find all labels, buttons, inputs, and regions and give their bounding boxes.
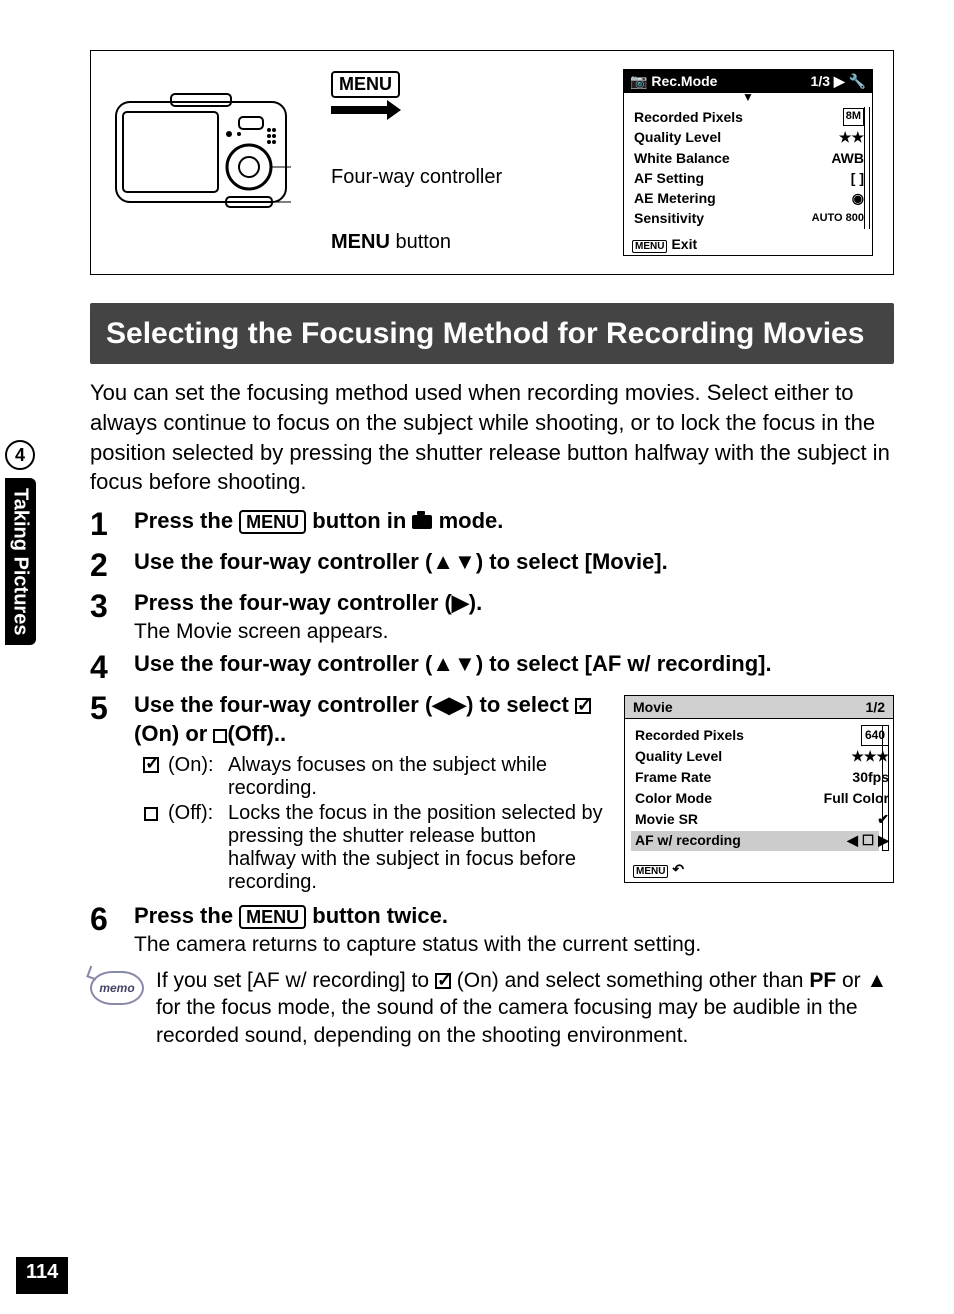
- lcd1-scrollbar: [864, 107, 870, 229]
- lcd1-footer: MENUExit: [624, 233, 872, 255]
- lcd1-row-value: [ ]: [851, 168, 864, 188]
- step-1-title: Press the MENU button in mode.: [134, 507, 894, 536]
- option-descriptions: (On): Always focuses on the subject whil…: [134, 754, 606, 894]
- step-number: 5: [90, 691, 134, 726]
- step-number: 3: [90, 589, 134, 624]
- lcd-movie-menu: Movie 1/2 Recorded Pixels 640 Quality Lev…: [624, 695, 894, 883]
- lcd1-row-label: Quality Level: [634, 127, 721, 147]
- checkbox-on-icon: [435, 973, 451, 989]
- step-3-sub: The Movie screen appears.: [134, 620, 894, 644]
- step-2-title: Use the four-way controller (▲▼) to sele…: [134, 548, 894, 577]
- lcd2-row-value: ★★★: [851, 746, 889, 767]
- lcd2-row-value: 640: [861, 725, 889, 746]
- lcd2-row-value: Full Color: [824, 788, 889, 809]
- mountain-icon: ▲: [867, 967, 888, 994]
- chapter-label: Taking Pictures: [5, 478, 36, 645]
- lcd2-page: 1/2: [866, 699, 885, 715]
- lcd1-row-label: White Balance: [634, 148, 730, 168]
- checkbox-off-icon: [144, 807, 158, 821]
- lcd2-row-value-selected: ◀ ☐ ▶: [847, 830, 889, 851]
- camera-and-lcd-figure: MENU Four-way controller MENU button 📷 R…: [90, 50, 894, 275]
- lcd1-row-value: ◉: [852, 188, 864, 208]
- arrow-right-icon: [331, 106, 391, 114]
- checkbox-on-icon: [143, 757, 159, 773]
- intro-paragraph: You can set the focusing method used whe…: [90, 378, 894, 497]
- lcd2-footer: MENU ↶: [625, 857, 893, 882]
- lcd1-row-label: Recorded Pixels: [634, 107, 743, 127]
- memo-icon: memo: [90, 971, 144, 1005]
- lcd2-row-label: Frame Rate: [635, 767, 711, 788]
- page-number: 114: [16, 1257, 68, 1294]
- lcd2-row-value: 30fps: [852, 767, 889, 788]
- section-heading: Selecting the Focusing Method for Record…: [90, 303, 894, 365]
- four-way-controller-label: Four-way controller: [331, 166, 502, 189]
- caret-down-icon: ▼: [624, 93, 872, 101]
- step-4-title: Use the four-way controller (▲▼) to sele…: [134, 650, 894, 679]
- chapter-tab: 4 Taking Pictures: [0, 440, 40, 645]
- lcd2-row-label-selected: AF w/ recording: [635, 830, 741, 851]
- lcd2-row-label: Movie SR: [635, 809, 698, 830]
- lcd2-title: Movie: [633, 699, 673, 715]
- menu-box-icon: MENU: [239, 905, 306, 929]
- checkbox-off-icon: [213, 729, 227, 743]
- memo-note: memo If you set [AF w/ recording] to (On…: [90, 967, 894, 1049]
- lcd1-row-value: AUTO 800: [812, 211, 864, 227]
- chapter-number: 4: [5, 440, 35, 470]
- step-number: 2: [90, 548, 134, 583]
- step-number: 4: [90, 650, 134, 685]
- checkbox-on-icon: [575, 698, 591, 714]
- camera-back-drawing: [111, 72, 291, 252]
- lcd2-row-label: Quality Level: [635, 746, 722, 767]
- lcd2-row-label: Color Mode: [635, 788, 712, 809]
- lcd1-row-label: Sensitivity: [634, 208, 704, 228]
- lcd1-row-label: AE Metering: [634, 188, 716, 208]
- memo-text: If you set [AF w/ recording] to (On) and…: [156, 967, 894, 1049]
- lcd1-row-value: AWB: [831, 148, 864, 168]
- instruction-steps: 1 Press the MENU button in mode. 2 Use t…: [90, 507, 894, 957]
- lcd-rec-mode: 📷 Rec.Mode 1/3 ▶ 🔧 ▼ Recorded Pixels 8M Q…: [623, 69, 873, 256]
- lcd1-title: 📷 Rec.Mode: [630, 73, 717, 90]
- lcd1-row-label: AF Setting: [634, 168, 704, 188]
- camera-illustration: MENU Four-way controller MENU button: [111, 71, 502, 254]
- camera-mode-icon: [412, 515, 432, 529]
- menu-box-icon: MENU: [239, 510, 306, 534]
- step-5-title: Use the four-way controller (◀▶) to sele…: [134, 691, 606, 748]
- step-3-title: Press the four-way controller (▶).: [134, 589, 894, 618]
- menu-button-label: MENU button: [331, 231, 451, 254]
- lcd1-row-value: ★★: [839, 127, 864, 147]
- step-number: 6: [90, 902, 134, 937]
- lcd2-row-label: Recorded Pixels: [635, 725, 744, 746]
- step-number: 1: [90, 507, 134, 542]
- step-6-title: Press the MENU button twice.: [134, 902, 894, 931]
- menu-icon-label: MENU: [331, 71, 400, 124]
- lcd1-row-value: 8M: [843, 108, 864, 126]
- lcd2-row-value: ✔: [877, 809, 889, 830]
- step-6-sub: The camera returns to capture status wit…: [134, 933, 894, 957]
- menu-box-icon: MENU: [331, 71, 400, 98]
- lcd1-page: 1/3 ▶ 🔧: [811, 73, 866, 90]
